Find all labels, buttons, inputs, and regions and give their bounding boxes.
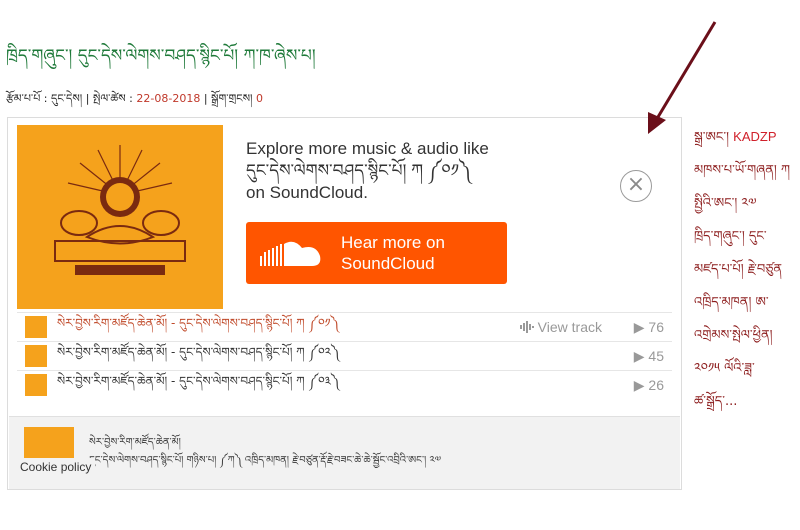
track-thumbnail: [25, 345, 47, 367]
post-meta: རྩོམ་པ་པོ : དུང་དེས། | སྤེལ་ཚེས : 22-08-…: [6, 86, 263, 117]
sidebar-info: སྒྲ་ཨང་། KADZP མཁས་པ་ཡོ་གཞན། ཀ སྤྱིའི་ཨང…: [694, 122, 800, 419]
sidebar-item: མཛད་པ་པོ། རྗེ་བཙུན: [694, 262, 783, 277]
play-count-value: 26: [648, 376, 664, 393]
track-title[interactable]: སེར་བྱེས་རིག་མཛོད་ཆེན་མོ། - དུང་དེས་ལེགས…: [57, 368, 339, 402]
sidebar-code: KADZP: [733, 129, 777, 144]
play-icon: ▶: [633, 376, 645, 393]
play-icon: ▶: [633, 347, 645, 364]
explore-prompt: Explore more music & audio like དུང་དེས་…: [246, 138, 546, 204]
waveform-icon: [519, 321, 534, 333]
sidebar-item: སྤྱིའི་ཨང་། ༢༧: [694, 196, 757, 211]
author-label: རྩོམ་པ་པོ :: [6, 92, 51, 105]
track-row[interactable]: སེར་བྱེས་རིག་མཛོད་ཆེན་མོ། - དུང་དེས་ལེགས…: [17, 370, 672, 399]
prompt-line-2[interactable]: དུང་དེས་ལེགས་བཤད་སྙིང་པོ། ཀ ༼༠༡༽: [246, 160, 546, 182]
cta-label: Hear more on SoundCloud: [341, 232, 445, 274]
track-thumbnail: [25, 316, 47, 338]
prompt-line-3: on SoundCloud.: [246, 183, 368, 202]
sidebar-item: འགྲེམས་སྤེལ་ཕྱིན།: [694, 328, 773, 343]
view-track-link[interactable]: View track: [519, 319, 602, 335]
cookie-policy-link[interactable]: Cookie policy: [16, 458, 96, 476]
footer-track-title[interactable]: དུང་དེས་ལེགས་བཤད་སྙིང་པོ། གཉིས་པ། ༼ཀ༽ འཁ…: [89, 449, 441, 477]
prompt-line-1: Explore more music & audio like: [246, 139, 489, 158]
author-name[interactable]: དུང་དེས།: [51, 92, 82, 105]
sidebar-item: ༢༠༡༥ ལོའི་ཟླ་: [694, 361, 755, 376]
sidebar-item: སྒྲ་ཨང་། KADZP: [694, 129, 777, 145]
sidebar-item: མཁས་པ་ཡོ་གཞན། ཀ: [694, 163, 791, 178]
cta-line-1: Hear more on: [341, 233, 445, 252]
play-count-value: 45: [648, 347, 664, 364]
sidebar-item: འཁྲིད་མཁན། ཨ་: [694, 295, 769, 310]
widget-footer: སེར་བྱེས་རིག་མཛོད་ཆེན་མོ། དུང་དེས་ལེགས་བ…: [9, 416, 680, 489]
track-list: སེར་བྱེས་རིག་མཛོད་ཆེན་མོ། - དུང་དེས་ལེགས…: [17, 312, 672, 399]
comments-label: | སྒྲོག་གྲངས།: [203, 92, 256, 105]
page-title: ཁྲིད་གཞུང་། དུང་དེས་ལེགས་བཤད་སྙིང་པོ། ཀ་…: [6, 46, 316, 66]
sidebar-item: ཁྲིད་གཞུང་། དུང་: [694, 229, 767, 244]
cta-line-2: SoundCloud: [341, 254, 435, 273]
date-label: | སྤེལ་ཚེས :: [85, 92, 137, 105]
view-track-label: View track: [537, 319, 602, 335]
post-date: 22-08-2018: [136, 92, 201, 105]
comment-count[interactable]: 0: [256, 92, 263, 105]
track-row[interactable]: སེར་བྱེས་རིག་མཛོད་ཆེན་མོ། - དུང་དེས་ལེགས…: [17, 312, 672, 341]
play-count: ▶ 45: [634, 348, 664, 365]
album-artwork[interactable]: [17, 125, 223, 309]
track-thumbnail: [25, 374, 47, 396]
soundcloud-logo-icon: [260, 241, 321, 266]
hear-more-button[interactable]: Hear more on SoundCloud: [246, 222, 507, 284]
soundcloud-widget: Explore more music & audio like དུང་དེས་…: [7, 117, 682, 490]
play-count-value: 76: [648, 318, 664, 335]
emblem-icon: [54, 145, 186, 275]
play-count: ▶ 76: [634, 319, 664, 336]
play-icon: ▶: [633, 318, 645, 335]
sidebar-item[interactable]: ཚ་སྒྲོད་...: [694, 386, 800, 419]
track-row[interactable]: སེར་བྱེས་རིག་མཛོད་ཆེན་མོ། - དུང་དེས་ལེགས…: [17, 341, 672, 370]
close-icon[interactable]: ×: [620, 170, 652, 202]
play-count: ▶ 26: [634, 377, 664, 394]
